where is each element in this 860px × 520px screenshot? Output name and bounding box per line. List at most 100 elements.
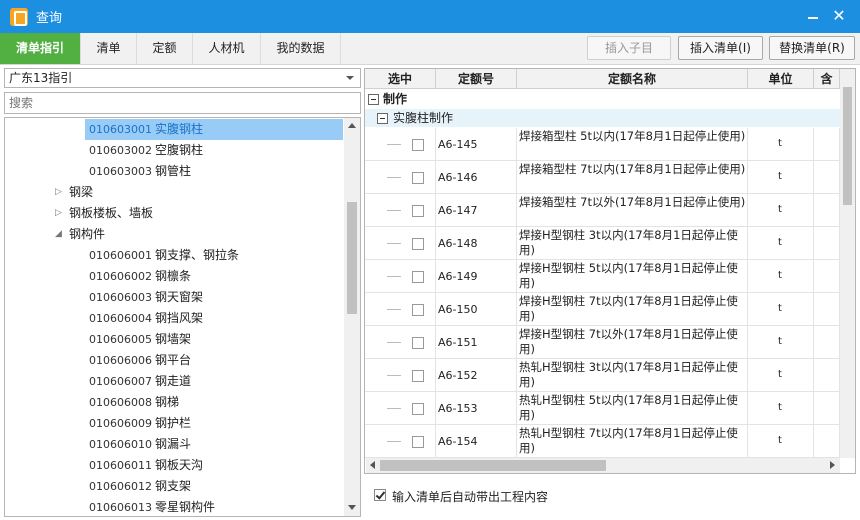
auto-bring-checkbox[interactable]: [374, 489, 386, 501]
table-row[interactable]: A6-148 焊接H型钢柱 3t以内(17年8月1日起停止使用) t: [365, 227, 840, 260]
guide-dropdown[interactable]: 广东13指引: [4, 68, 361, 88]
tree-item-name: 钢护栏: [155, 416, 192, 430]
scroll-up-icon[interactable]: [348, 123, 356, 128]
expand-icon[interactable]: ▷: [55, 203, 62, 224]
close-icon[interactable]: ✕: [831, 8, 847, 24]
tree-group-item[interactable]: ▷ 钢板楼板、墙板: [5, 203, 345, 224]
tree-item[interactable]: 010606013 零星钢构件: [5, 497, 345, 516]
row-checkbox[interactable]: [412, 139, 424, 151]
row-checkbox[interactable]: [412, 205, 424, 217]
expand-icon[interactable]: ▷: [55, 182, 62, 203]
tree-item[interactable]: 010603002 空腹钢柱: [5, 140, 345, 161]
tab-materials[interactable]: 人材机: [193, 33, 261, 64]
tree-item[interactable]: 010606005 钢墙架: [5, 329, 345, 350]
row-checkbox[interactable]: [412, 337, 424, 349]
scroll-right-icon[interactable]: [830, 461, 835, 469]
tree-item[interactable]: 010606003 钢天窗架: [5, 287, 345, 308]
group-row-column-make[interactable]: 实腹柱制作: [365, 109, 840, 127]
col-header-content[interactable]: 含: [814, 69, 840, 89]
col-header-name[interactable]: 定额名称: [517, 69, 748, 89]
col-header-unit[interactable]: 单位: [748, 69, 814, 89]
tree-item[interactable]: 010606002 钢檩条: [5, 266, 345, 287]
row-checkbox[interactable]: [412, 436, 424, 448]
quota-name: 焊接H型钢柱 7t以外(17年8月1日起停止使用): [519, 327, 738, 356]
col-header-select[interactable]: 选中: [365, 69, 436, 89]
grid-vscrollbar-thumb[interactable]: [843, 87, 852, 205]
row-checkbox[interactable]: [412, 271, 424, 283]
tab-list[interactable]: 清单: [81, 33, 137, 64]
quota-code: A6-145: [438, 138, 478, 151]
row-checkbox[interactable]: [412, 172, 424, 184]
tree-item-name: 钢梯: [155, 395, 180, 409]
quota-code: A6-154: [438, 435, 478, 448]
tree-scrollbar-thumb[interactable]: [347, 202, 357, 314]
insert-list-button[interactable]: 插入清单(I): [678, 36, 763, 60]
collapse-icon[interactable]: ◢: [55, 224, 62, 245]
tree-scrollbar[interactable]: [344, 118, 360, 516]
search-input[interactable]: [4, 92, 361, 114]
replace-list-button[interactable]: 替换清单(R): [769, 36, 855, 60]
tree-item-name: 钢走道: [155, 374, 192, 388]
collapse-icon[interactable]: [368, 94, 379, 105]
tree-item[interactable]: 010606009 钢护栏: [5, 413, 345, 434]
row-checkbox[interactable]: [412, 403, 424, 415]
quota-code: A6-148: [438, 237, 478, 250]
quota-code: A6-147: [438, 204, 478, 217]
tree-item[interactable]: 010606008 钢梯: [5, 392, 345, 413]
tree-group-item[interactable]: ▷ 钢梁: [5, 182, 345, 203]
tree-line: [387, 144, 401, 145]
table-row[interactable]: A6-154 热轧H型钢柱 7t以内(17年8月1日起停止使用) t: [365, 425, 840, 458]
tree-item[interactable]: 010606010 钢漏斗: [5, 434, 345, 455]
table-cell: [814, 161, 840, 194]
table-row[interactable]: A6-152 热轧H型钢柱 3t以内(17年8月1日起停止使用) t: [365, 359, 840, 392]
quota-unit: t: [778, 369, 782, 380]
quota-unit: t: [778, 204, 782, 215]
tree-item[interactable]: 010606012 钢支架: [5, 476, 345, 497]
table-cell: [814, 227, 840, 260]
tree-item-code: 010606007: [89, 375, 152, 388]
collapse-icon[interactable]: [377, 113, 388, 124]
grid-hscrollbar[interactable]: [366, 458, 840, 473]
guide-dropdown-value: 广东13指引: [9, 71, 73, 85]
tree-item[interactable]: 010606004 钢挡风架: [5, 308, 345, 329]
tree-line: [387, 309, 401, 310]
table-row[interactable]: A6-151 焊接H型钢柱 7t以外(17年8月1日起停止使用) t: [365, 326, 840, 359]
row-checkbox[interactable]: [412, 370, 424, 382]
scroll-down-icon[interactable]: [348, 505, 356, 510]
quota-grid: 选中 定额号 定额名称 单位 含 制作 实腹柱制作 A6-145 焊接箱型柱 5t…: [364, 68, 856, 474]
tree-item-code: 010603001: [89, 123, 152, 136]
group-row-make[interactable]: 制作: [365, 90, 840, 108]
tree-item[interactable]: 010603003 钢管柱: [5, 161, 345, 182]
tree-item[interactable]: 010606006 钢平台: [5, 350, 345, 371]
row-checkbox[interactable]: [412, 238, 424, 250]
tree-line: [387, 243, 401, 244]
tree-item-code: 010606013: [89, 501, 152, 514]
table-row[interactable]: A6-153 热轧H型钢柱 5t以内(17年8月1日起停止使用) t: [365, 392, 840, 425]
tree-item-name: 钢挡风架: [155, 311, 204, 325]
table-row[interactable]: A6-147 焊接箱型柱 7t以外(17年8月1日起停止使用) t: [365, 194, 840, 227]
tree-item-code: 010606009: [89, 417, 152, 430]
tree-item[interactable]: 010606011 钢板天沟: [5, 455, 345, 476]
row-checkbox[interactable]: [412, 304, 424, 316]
scroll-left-icon[interactable]: [370, 461, 375, 469]
table-row[interactable]: A6-150 焊接H型钢柱 7t以内(17年8月1日起停止使用) t: [365, 293, 840, 326]
table-row[interactable]: A6-145 焊接箱型柱 5t以内(17年8月1日起停止使用) t: [365, 128, 840, 161]
insert-child-button[interactable]: 插入子目: [587, 36, 671, 60]
tree-item[interactable]: 010606007 钢走道: [5, 371, 345, 392]
table-row[interactable]: A6-146 焊接箱型柱 7t以内(17年8月1日起停止使用) t: [365, 161, 840, 194]
grid-vscrollbar[interactable]: [840, 69, 855, 458]
chevron-down-icon: [346, 76, 354, 80]
col-header-code[interactable]: 定额号: [436, 69, 517, 89]
tab-quota[interactable]: 定额: [137, 33, 193, 64]
tree-item[interactable]: 010603001 实腹钢柱: [5, 119, 345, 140]
table-row[interactable]: A6-149 焊接H型钢柱 5t以内(17年8月1日起停止使用) t: [365, 260, 840, 293]
tree-item-code: 010606004: [89, 312, 152, 325]
tree-item[interactable]: 010606001 钢支撑、钢拉条: [5, 245, 345, 266]
grid-hscrollbar-thumb[interactable]: [380, 460, 606, 471]
tab-list-guide[interactable]: 清单指引: [0, 33, 81, 64]
tab-my-data[interactable]: 我的数据: [261, 33, 341, 64]
quota-name: 焊接箱型柱 7t以外(17年8月1日起停止使用): [519, 195, 746, 209]
tree-item-code: 010606005: [89, 333, 152, 346]
tree-group-item[interactable]: ◢ 钢构件: [5, 224, 345, 245]
minimize-icon[interactable]: [805, 8, 821, 24]
